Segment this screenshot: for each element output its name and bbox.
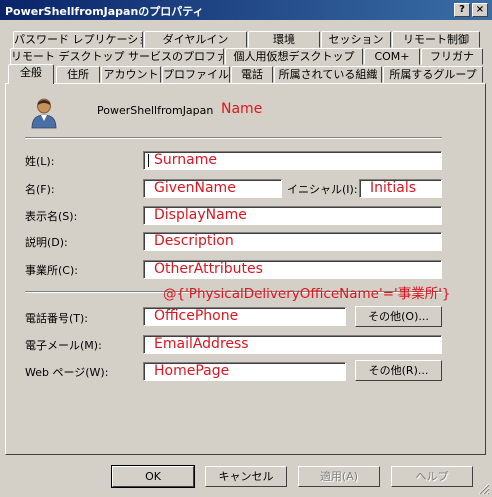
surname-field[interactable]: Surname — [143, 151, 442, 170]
description-field[interactable]: Description — [143, 232, 442, 251]
webpage-value: HomePage — [154, 363, 230, 379]
description-value: Description — [154, 233, 234, 249]
displayname-label: 表示名(S): — [25, 210, 78, 223]
webpage-label: Web ページ(W): — [25, 366, 109, 379]
text-caret — [148, 154, 149, 167]
resize-grip-icon[interactable] — [478, 483, 490, 495]
description-label: 説明(D): — [25, 236, 68, 249]
webpage-field[interactable]: HomePage — [143, 362, 346, 381]
cancel-button[interactable]: キャンセル — [205, 466, 287, 487]
surname-value: Surname — [154, 152, 217, 168]
office-label: 事業所(C): — [25, 264, 78, 277]
office-value: OtherAttributes — [154, 261, 263, 277]
email-label: 電子メール(M): — [25, 339, 102, 352]
ok-button[interactable]: OK — [111, 465, 195, 488]
givenname-label: 名(F): — [25, 183, 55, 196]
displayname-value: DisplayName — [154, 207, 247, 223]
givenname-value: GivenName — [154, 180, 236, 196]
account-name: PowerShellfromJapan — [97, 104, 214, 117]
office-attribute-note: @{'PhysicalDeliveryOfficeName'='事業所'} — [163, 286, 451, 302]
surname-label: 姓(L): — [25, 155, 55, 168]
initials-label: イニシャル(I): — [287, 183, 358, 196]
phone-field[interactable]: OfficePhone — [143, 307, 346, 326]
user-avatar-icon — [31, 98, 57, 129]
initials-field[interactable]: Initials — [359, 179, 442, 198]
initials-value: Initials — [370, 180, 417, 196]
office-field[interactable]: OtherAttributes — [143, 260, 442, 279]
displayname-field[interactable]: DisplayName — [143, 206, 442, 225]
webpage-other-button[interactable]: その他(R)... — [355, 360, 442, 381]
help-button[interactable]: ヘルプ — [391, 466, 473, 487]
email-value: EmailAddress — [154, 336, 249, 352]
email-field[interactable]: EmailAddress — [143, 335, 442, 354]
phone-label: 電話番号(T): — [25, 312, 89, 325]
givenname-field[interactable]: GivenName — [143, 179, 282, 198]
phone-other-button[interactable]: その他(O)... — [355, 306, 442, 327]
apply-button[interactable]: 適用(A) — [298, 466, 380, 487]
name-annotation: Name — [221, 101, 263, 117]
separator-top — [25, 137, 442, 139]
phone-value: OfficePhone — [154, 308, 239, 324]
